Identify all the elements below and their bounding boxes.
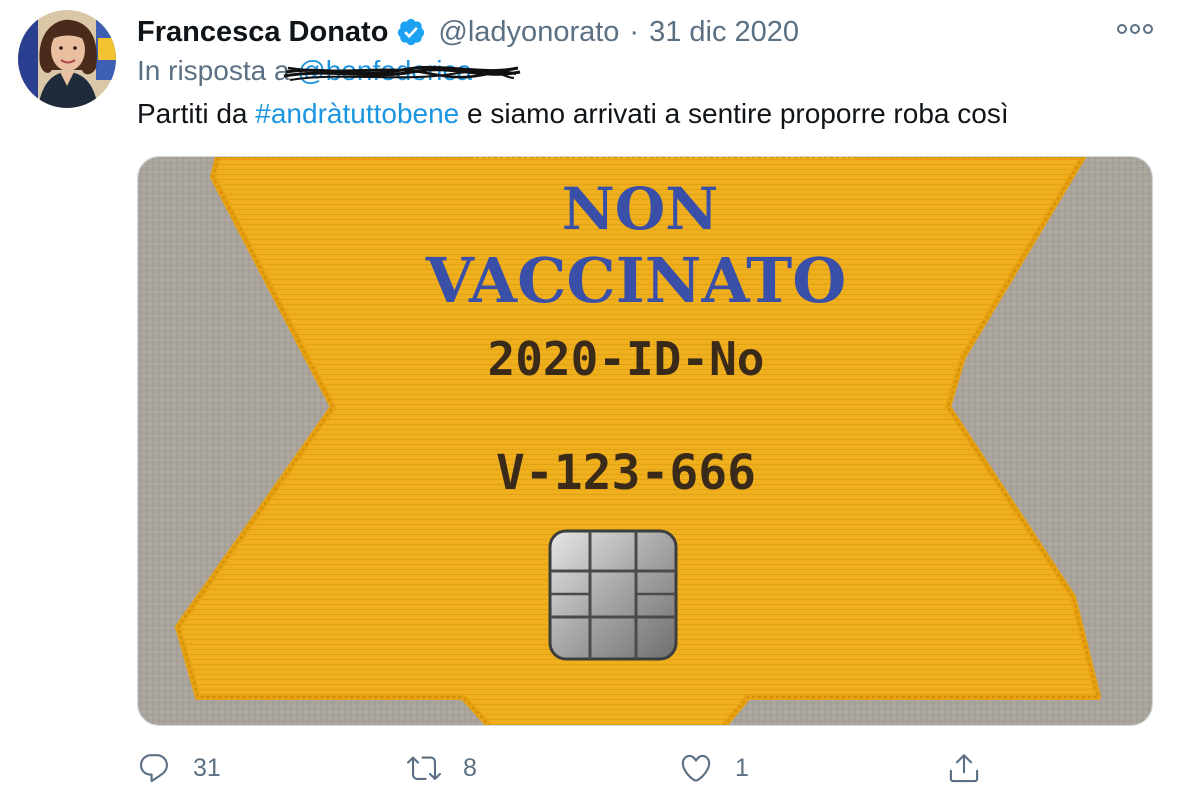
star-text-id: 2020-ID-No (488, 332, 765, 386)
author-name[interactable]: Francesca Donato (137, 16, 388, 49)
reply-button[interactable]: 31 (137, 748, 221, 788)
author-handle[interactable]: @ladyonorato (438, 16, 619, 49)
like-icon (681, 754, 711, 782)
verified-badge-icon (398, 18, 425, 46)
retweet-count: 8 (463, 753, 477, 782)
like-button[interactable]: 1 (679, 748, 749, 788)
share-button[interactable] (947, 748, 981, 788)
tweet-header: Francesca Donato @ladyonorato · 31 dic 2… (137, 12, 799, 52)
tweet-text: Partiti da #andràtuttobene e siamo arriv… (137, 98, 1009, 130)
tweet-text-before: Partiti da (137, 98, 256, 129)
chip-icon (548, 529, 678, 661)
more-icon[interactable] (1115, 16, 1155, 42)
avatar[interactable] (18, 10, 116, 108)
reply-prefix: In risposta a (137, 55, 290, 86)
reply-count: 31 (193, 753, 221, 782)
tweet-card[interactable]: Francesca Donato @ladyonorato · 31 dic 2… (0, 0, 1198, 796)
like-count: 1 (735, 753, 749, 782)
tweet-media-image[interactable]: NON VACCINATO 2020-ID-No V-123-666 (137, 156, 1153, 726)
star-text-code: V-123-666 (496, 445, 756, 501)
header-separator: · (629, 15, 640, 48)
star-text-vaccinato: VACCINATO (425, 244, 847, 317)
star-text-non: NON (562, 175, 719, 243)
retweet-icon (407, 756, 441, 780)
retweet-button[interactable]: 8 (407, 748, 477, 788)
hashtag-link[interactable]: #andràtuttobene (255, 98, 459, 129)
share-icon (949, 754, 979, 783)
tweet-text-after: e siamo arrivati a sentire proporre roba… (459, 98, 1009, 129)
tweet-date[interactable]: 31 dic 2020 (649, 16, 799, 49)
reply-icon (139, 754, 168, 783)
star-patch-image: NON VACCINATO 2020-ID-No V-123-666 (138, 157, 1152, 725)
avatar-image (18, 10, 116, 108)
tweet-actions: 31 8 1 (137, 748, 1037, 788)
redaction-scribble (283, 65, 521, 81)
